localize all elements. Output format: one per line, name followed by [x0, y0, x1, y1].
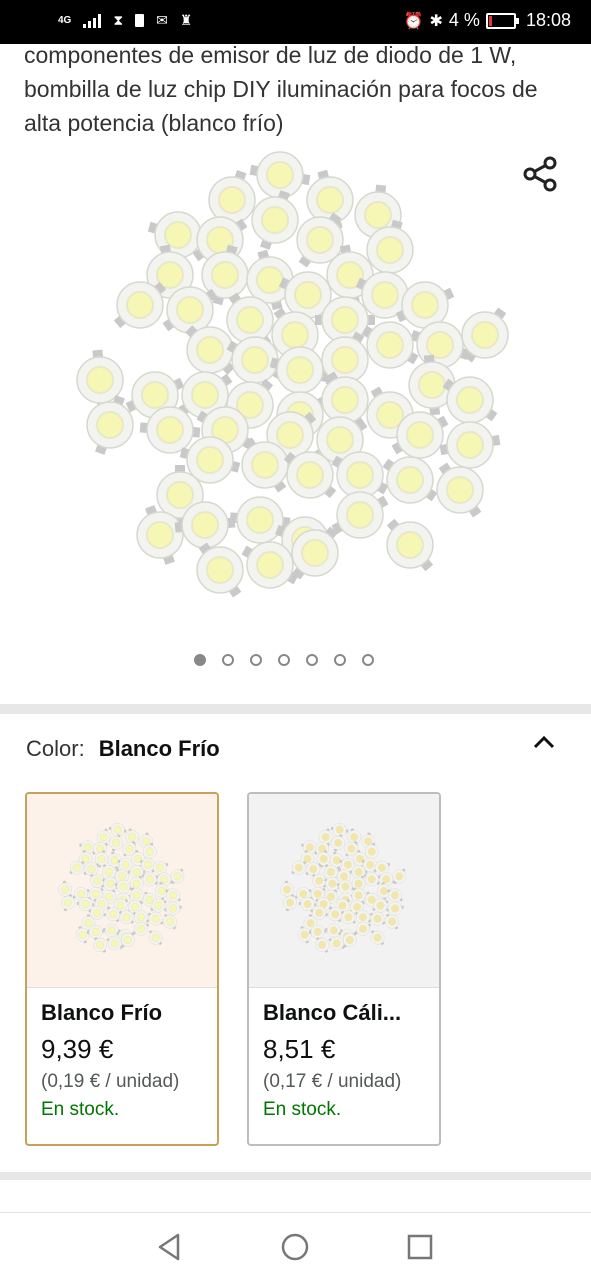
led-chip [89, 873, 105, 888]
led-chip [354, 921, 372, 936]
color-label-text: Color: [26, 736, 85, 761]
option-stock-status: En stock. [41, 1099, 120, 1120]
led-chip [269, 346, 331, 394]
led-chip [163, 913, 178, 930]
back-icon[interactable] [152, 1229, 188, 1265]
section-divider [0, 704, 591, 714]
led-chip [331, 833, 346, 852]
led-thumbnail-image [280, 822, 407, 953]
color-selected-value: Blanco Frío [98, 736, 220, 761]
section-divider [0, 1172, 591, 1180]
led-chip [148, 929, 163, 945]
carousel-dot[interactable] [222, 654, 234, 666]
battery-icon [485, 12, 519, 29]
carousel-dot[interactable] [334, 654, 346, 666]
led-chip [61, 893, 75, 911]
carousel-dot[interactable] [306, 654, 318, 666]
led-chip [385, 913, 400, 930]
option-name: Blanco Cáli... [263, 1000, 402, 1025]
led-chip [439, 421, 501, 469]
chess-icon: ♜ [179, 12, 193, 28]
hourglass-icon: ⧗ [113, 12, 124, 28]
carousel-dot[interactable] [250, 654, 262, 666]
network-label: 4G [58, 15, 72, 26]
option-stock-status: En stock. [263, 1099, 342, 1120]
led-chip [170, 867, 185, 884]
carousel-dot[interactable] [194, 654, 206, 666]
option-price: 9,39 € [41, 1034, 114, 1064]
led-chip [155, 871, 174, 886]
led-chip [369, 911, 386, 926]
color-selector-label: Color: Blanco Frío [26, 736, 220, 762]
led-chip [147, 911, 164, 926]
led-chip [361, 321, 419, 369]
led-chip [283, 893, 297, 911]
led-chip [377, 871, 396, 886]
system-nav-bar [0, 1212, 591, 1281]
signal-icon [83, 13, 102, 28]
led-chip [86, 395, 134, 455]
battery-percent: 4 % [448, 10, 480, 30]
led-chip [132, 909, 150, 924]
option-name: Blanco Frío [41, 1000, 163, 1025]
color-option-thumbnail [27, 794, 217, 988]
recents-icon[interactable] [402, 1229, 438, 1265]
led-chip [132, 921, 150, 936]
carousel-dot[interactable] [362, 654, 374, 666]
led-chip [93, 936, 108, 953]
led-chip [336, 879, 355, 894]
led-chip [392, 867, 407, 884]
sim-icon [135, 14, 145, 27]
option-unit-price: (0,19 € / unidad) [41, 1071, 180, 1092]
led-chip [185, 325, 235, 375]
product-title: componentes de emisor de luz de diodo de… [24, 42, 538, 136]
led-thumbnail-image [58, 822, 185, 953]
color-option-blanco-calido[interactable]: Blanco Cáli... 8,51 € (0,17 € / unidad) … [247, 792, 441, 1146]
led-chip [249, 151, 311, 199]
color-option-thumbnail [249, 794, 439, 988]
led-chip [315, 936, 330, 953]
led-chip [354, 909, 372, 924]
led-chip [291, 860, 307, 875]
mail-icon: ✉ [156, 12, 168, 28]
status-right: ⏰ ✱ 4 % 18:08 [404, 10, 571, 31]
color-option-blanco-frio[interactable]: Blanco Frío 9,39 € (0,19 € / unidad) En … [25, 792, 219, 1146]
led-chip [363, 871, 381, 886]
product-image[interactable] [60, 145, 530, 625]
led-chip [251, 190, 299, 250]
led-chip [311, 873, 327, 888]
status-left: 4G ⧗ ✉ ♜ [58, 12, 192, 29]
chevron-up-icon[interactable] [532, 732, 556, 752]
led-chip [141, 871, 159, 886]
led-chip [386, 901, 404, 915]
led-chip [382, 456, 438, 504]
led-chip [442, 376, 498, 424]
led-chip [436, 462, 484, 518]
led-chip [331, 451, 389, 499]
led-chip [370, 929, 385, 945]
led-chip [114, 879, 133, 894]
led-chip [109, 833, 124, 852]
led-chip [108, 822, 127, 837]
alarm-icon: ⏰ [403, 12, 424, 30]
led-chip [164, 901, 182, 915]
option-price: 8,51 € [263, 1034, 336, 1064]
clock: 18:08 [525, 10, 571, 30]
bluetooth-icon: ✱ [429, 12, 443, 30]
option-unit-price: (0,17 € / unidad) [263, 1071, 402, 1092]
led-chip [330, 822, 349, 837]
led-chip [165, 887, 182, 902]
led-chip [196, 542, 244, 598]
led-chip [113, 281, 167, 329]
led-chip [387, 887, 404, 902]
led-chip [69, 860, 85, 875]
share-icon[interactable] [520, 154, 560, 194]
led-chip [410, 321, 470, 369]
led-chip [331, 491, 389, 539]
home-icon[interactable] [277, 1229, 313, 1265]
led-chip [386, 518, 434, 572]
image-carousel-dots[interactable] [194, 654, 374, 666]
carousel-dot[interactable] [278, 654, 290, 666]
led-chip [461, 307, 509, 363]
